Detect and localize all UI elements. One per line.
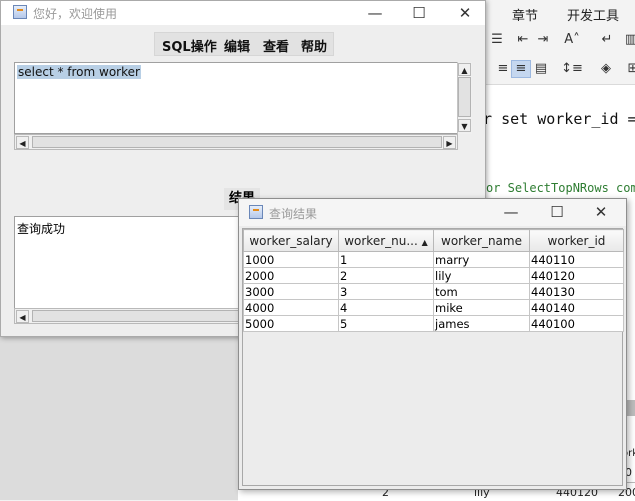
table-cell[interactable]: james	[433, 315, 530, 332]
table-cell[interactable]: marry	[433, 251, 530, 268]
query-vertical-scroll-thumb[interactable]	[458, 77, 471, 117]
table-cell[interactable]: 440110	[529, 251, 624, 268]
table-cell[interactable]: 440100	[529, 315, 624, 332]
scroll-right-icon[interactable]: ▶	[443, 136, 456, 149]
line-spacing-icon[interactable]: ↕≡	[560, 61, 584, 77]
sort-ascending-icon: ▲	[421, 237, 428, 247]
table-cell[interactable]: 4000	[243, 299, 339, 316]
table-cell[interactable]: 440140	[529, 299, 624, 316]
column-header-worker-number[interactable]: worker_nu... ▲	[338, 229, 434, 252]
indent-increase-icon[interactable]: ⇥	[534, 32, 552, 48]
table-cell[interactable]: 4	[338, 299, 434, 316]
table-row[interactable]: 2000 2 lily 440120	[243, 267, 624, 284]
table-cell[interactable]: 440130	[529, 283, 624, 300]
result-table: worker_salary worker_nu... ▲ worker_name…	[243, 229, 624, 332]
ribbon-tab-chapter[interactable]: 章节	[512, 5, 538, 24]
table-header-row: worker_salary worker_nu... ▲ worker_name…	[243, 229, 624, 252]
column-header-worker-name[interactable]: worker_name	[433, 229, 530, 252]
indent-decrease-icon[interactable]: ⇤	[514, 32, 532, 48]
distribute-icon[interactable]: ▤	[532, 61, 550, 77]
table-row[interactable]: 5000 5 james 440100	[243, 315, 624, 332]
table-cell[interactable]: tom	[433, 283, 530, 300]
line-break-icon[interactable]: ↵	[598, 32, 616, 48]
sql-query-input[interactable]: select * from worker	[14, 62, 472, 134]
table-cell[interactable]: 2000	[243, 267, 339, 284]
table-cell[interactable]: 2	[338, 267, 434, 284]
column-header-worker-salary[interactable]: worker_salary	[243, 229, 339, 252]
background-scroll-marker	[626, 400, 635, 416]
table-cell[interactable]: 5	[338, 315, 434, 332]
table-row[interactable]: 3000 3 tom 440130	[243, 283, 624, 300]
table-cell[interactable]: 1	[338, 251, 434, 268]
columns-icon[interactable]: ▥	[622, 32, 635, 48]
close-icon[interactable]: ✕	[587, 201, 615, 223]
border-icon[interactable]: ⊞	[624, 61, 635, 77]
list-icon[interactable]: ☰	[488, 32, 506, 48]
minimize-icon[interactable]: —	[361, 2, 389, 24]
menu-edit[interactable]: 编辑	[224, 36, 250, 55]
column-header-worker-id[interactable]: worker_id	[529, 229, 624, 252]
code-line: er set worker_id =	[474, 110, 635, 128]
table-cell[interactable]: lily	[433, 267, 530, 284]
table-cell[interactable]: 440120	[529, 267, 624, 284]
shading-icon[interactable]: ◈	[594, 61, 618, 77]
scroll-down-icon[interactable]: ▼	[458, 119, 471, 132]
status-horizontal-scroll-thumb[interactable]	[32, 310, 242, 322]
table-row[interactable]: 1000 1 marry 440110	[243, 251, 624, 268]
menu-bar: SQL操作 编辑 查看 帮助	[154, 32, 334, 56]
ribbon-tab-developer[interactable]: 开发工具	[567, 5, 619, 24]
table-cell[interactable]: 1000	[243, 251, 339, 268]
sql-query-text[interactable]: select * from worker	[17, 65, 141, 79]
query-result-window: 查询结果 — ☐ ✕ worker_salary worker_nu... ▲ …	[238, 198, 627, 490]
menu-view[interactable]: 查看	[263, 36, 289, 55]
java-app-icon	[249, 205, 263, 219]
align-right-icon[interactable]: ≡	[494, 61, 512, 77]
table-cell[interactable]: 3	[338, 283, 434, 300]
result-titlebar[interactable]: 查询结果 — ☐ ✕	[239, 199, 626, 226]
menu-sql-operations[interactable]: SQL操作	[162, 36, 217, 55]
font-size-icon[interactable]: A˄	[560, 32, 584, 48]
status-output[interactable]: 查询成功	[14, 216, 242, 310]
status-message: 查询成功	[17, 222, 66, 236]
minimize-icon[interactable]: —	[497, 201, 525, 223]
table-cell[interactable]: 5000	[243, 315, 339, 332]
result-window-title: 查询结果	[269, 207, 318, 221]
java-app-icon	[13, 5, 27, 19]
background-sidebar	[0, 336, 238, 500]
code-comment: or SelectTopNRows com	[486, 181, 635, 195]
scroll-up-icon[interactable]: ▲	[458, 63, 471, 76]
table-cell[interactable]: mike	[433, 299, 530, 316]
table-cell[interactable]: 3000	[243, 283, 339, 300]
menu-help[interactable]: 帮助	[301, 36, 327, 55]
query-horizontal-scroll-thumb[interactable]	[32, 136, 442, 148]
table-row[interactable]: 4000 4 mike 440140	[243, 299, 624, 316]
column-header-label: worker_nu...	[344, 233, 418, 248]
scroll-left-icon[interactable]: ◀	[16, 310, 29, 323]
result-table-container: worker_salary worker_nu... ▲ worker_name…	[242, 228, 624, 486]
close-icon[interactable]: ✕	[451, 2, 479, 24]
scroll-left-icon[interactable]: ◀	[16, 136, 29, 149]
maximize-icon[interactable]: ☐	[405, 2, 433, 24]
main-window-title: 您好，欢迎使用	[33, 7, 118, 21]
main-titlebar[interactable]: 您好，欢迎使用 — ☐ ✕	[1, 1, 485, 25]
align-justify-icon[interactable]: ≡	[511, 60, 531, 78]
maximize-icon[interactable]: ☐	[543, 201, 571, 223]
